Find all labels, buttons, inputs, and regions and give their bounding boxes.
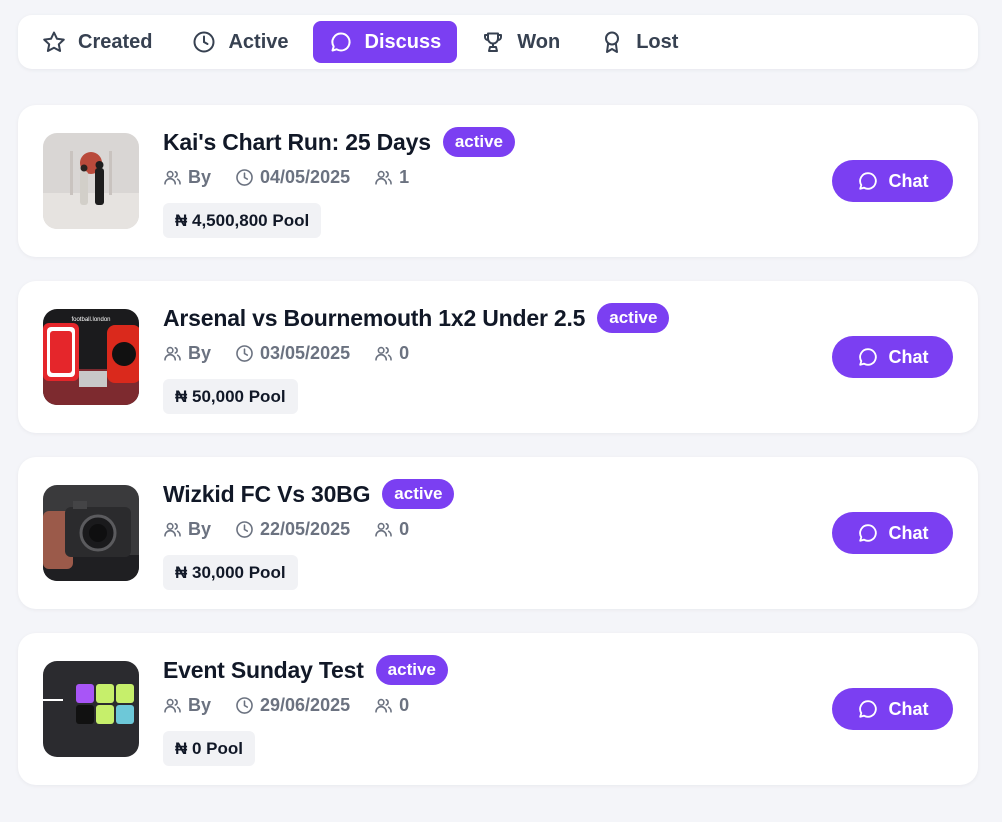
star-icon bbox=[43, 31, 65, 52]
status-badge: active bbox=[382, 479, 455, 509]
status-badge: active bbox=[375, 655, 448, 685]
users-icon bbox=[164, 522, 181, 537]
award-ribbon-icon bbox=[605, 31, 620, 53]
tab-label: Won bbox=[517, 30, 561, 53]
chat-button[interactable]: Chat bbox=[832, 512, 953, 554]
chat-button[interactable]: Chat bbox=[832, 336, 953, 378]
clock-icon bbox=[236, 169, 253, 186]
users-icon bbox=[164, 698, 181, 713]
participant-count: 1 bbox=[399, 167, 410, 187]
trophy-icon bbox=[484, 32, 503, 52]
chat-button-label: Chat bbox=[888, 522, 929, 543]
pool-amount: ₦ 4,500,800 Pool bbox=[163, 203, 322, 238]
users-icon bbox=[375, 698, 392, 713]
chat-button[interactable]: Chat bbox=[832, 688, 953, 730]
chat-bubble-icon bbox=[858, 348, 877, 366]
event-card[interactable]: football.london Arsenal vs Bournemouth 1… bbox=[18, 281, 978, 433]
chat-button-label: Chat bbox=[888, 346, 929, 367]
event-thumbnail bbox=[43, 661, 139, 757]
event-title: Arsenal vs Bournemouth 1x2 Under 2.5 bbox=[163, 304, 586, 331]
chat-bubble-icon bbox=[858, 172, 877, 190]
participant-count: 0 bbox=[399, 695, 410, 715]
event-card[interactable]: Kai's Chart Run: 25 Days active By 04/05… bbox=[18, 105, 978, 257]
tab-label: Active bbox=[228, 30, 289, 53]
clock-icon bbox=[236, 697, 253, 714]
creator-label: By bbox=[188, 519, 212, 539]
status-badge: active bbox=[597, 303, 670, 333]
clock-icon bbox=[236, 345, 253, 362]
event-thumbnail bbox=[43, 133, 139, 229]
event-thumbnail: football.london bbox=[43, 309, 139, 405]
clock-icon bbox=[236, 521, 253, 538]
chat-button-label: Chat bbox=[888, 698, 929, 719]
event-card[interactable]: Event Sunday Test active By 29/06/2025 0… bbox=[18, 633, 978, 785]
users-icon bbox=[375, 170, 392, 185]
participant-count: 0 bbox=[399, 519, 410, 539]
event-card[interactable]: Wizkid FC Vs 30BG active By 22/05/2025 0… bbox=[18, 457, 978, 609]
tab-discuss[interactable]: Discuss bbox=[312, 21, 458, 63]
status-badge: active bbox=[442, 127, 516, 157]
participant-count: 0 bbox=[399, 343, 410, 363]
event-title: Wizkid FC Vs 30BG bbox=[163, 480, 371, 507]
creator-label: By bbox=[188, 695, 212, 715]
event-date: 03/05/2025 bbox=[260, 343, 351, 363]
tab-lost[interactable]: Lost bbox=[584, 21, 694, 63]
tab-label: Discuss bbox=[364, 30, 442, 53]
users-icon bbox=[375, 522, 392, 537]
filter-tab-bar: Created Active Discuss Won Lost bbox=[18, 15, 978, 69]
creator-label: By bbox=[188, 167, 212, 187]
users-icon bbox=[164, 170, 181, 185]
event-date: 29/06/2025 bbox=[260, 695, 351, 715]
chat-button-label: Chat bbox=[888, 170, 929, 191]
pool-amount: ₦ 0 Pool bbox=[163, 731, 256, 766]
clock-icon bbox=[193, 31, 215, 53]
tab-created[interactable]: Created bbox=[26, 21, 168, 63]
chat-bubble-icon bbox=[330, 32, 351, 52]
creator-label: By bbox=[188, 343, 212, 363]
pool-amount: ₦ 30,000 Pool bbox=[163, 555, 298, 590]
event-title: Kai's Chart Run: 25 Days bbox=[163, 128, 431, 155]
chat-bubble-icon bbox=[858, 700, 877, 718]
event-thumbnail bbox=[43, 485, 139, 581]
tab-label: Lost bbox=[636, 30, 679, 53]
tab-won[interactable]: Won bbox=[465, 21, 576, 63]
users-icon bbox=[375, 346, 392, 361]
chat-bubble-icon bbox=[858, 524, 877, 542]
tab-active[interactable]: Active bbox=[176, 21, 304, 63]
event-title: Event Sunday Test bbox=[163, 656, 364, 683]
pool-amount: ₦ 50,000 Pool bbox=[163, 379, 298, 414]
tab-label: Created bbox=[78, 30, 153, 53]
event-date: 22/05/2025 bbox=[260, 519, 351, 539]
event-date: 04/05/2025 bbox=[260, 167, 351, 187]
users-icon bbox=[164, 346, 181, 361]
thumbnail-caption: football.london bbox=[71, 317, 110, 323]
chat-button[interactable]: Chat bbox=[832, 160, 953, 202]
